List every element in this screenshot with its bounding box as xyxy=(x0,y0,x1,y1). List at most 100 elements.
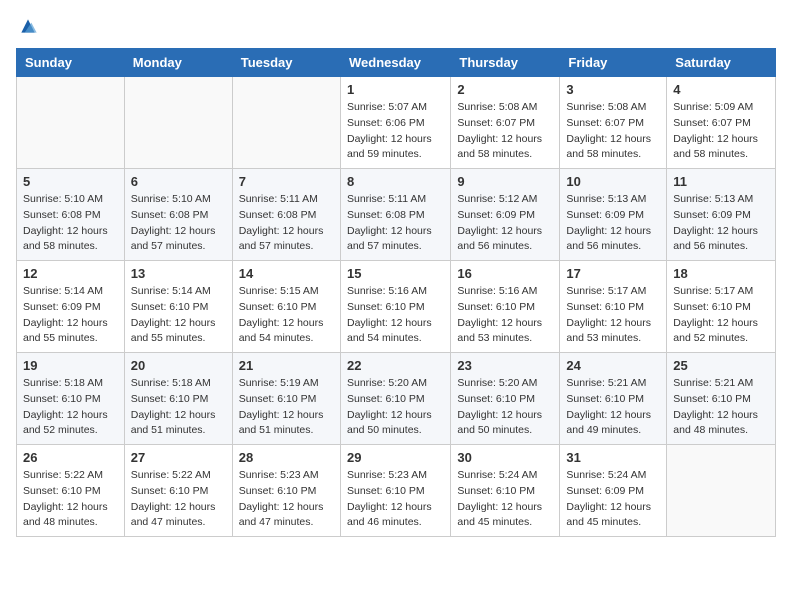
sunrise-text: Sunrise: 5:22 AM xyxy=(23,468,118,484)
day-number: 6 xyxy=(131,174,226,189)
calendar-cell: 21Sunrise: 5:19 AMSunset: 6:10 PMDayligh… xyxy=(232,353,340,445)
sunrise-text: Sunrise: 5:18 AM xyxy=(23,376,118,392)
sunrise-text: Sunrise: 5:14 AM xyxy=(23,284,118,300)
day-number: 13 xyxy=(131,266,226,281)
day-number: 14 xyxy=(239,266,334,281)
day-number: 28 xyxy=(239,450,334,465)
daylight-text: Daylight: 12 hours and 52 minutes. xyxy=(673,316,769,348)
daylight-text: Daylight: 12 hours and 45 minutes. xyxy=(566,500,660,532)
sunrise-text: Sunrise: 5:19 AM xyxy=(239,376,334,392)
calendar-cell: 30Sunrise: 5:24 AMSunset: 6:10 PMDayligh… xyxy=(451,445,560,537)
daylight-text: Daylight: 12 hours and 47 minutes. xyxy=(239,500,334,532)
week-row-5: 26Sunrise: 5:22 AMSunset: 6:10 PMDayligh… xyxy=(17,445,776,537)
day-number: 19 xyxy=(23,358,118,373)
sunset-text: Sunset: 6:07 PM xyxy=(673,116,769,132)
calendar-cell: 23Sunrise: 5:20 AMSunset: 6:10 PMDayligh… xyxy=(451,353,560,445)
day-number: 18 xyxy=(673,266,769,281)
sunset-text: Sunset: 6:10 PM xyxy=(457,300,553,316)
sunset-text: Sunset: 6:09 PM xyxy=(673,208,769,224)
sunset-text: Sunset: 6:10 PM xyxy=(566,392,660,408)
day-info: Sunrise: 5:21 AMSunset: 6:10 PMDaylight:… xyxy=(673,376,769,439)
daylight-text: Daylight: 12 hours and 57 minutes. xyxy=(131,224,226,256)
sunrise-text: Sunrise: 5:12 AM xyxy=(457,192,553,208)
sunset-text: Sunset: 6:10 PM xyxy=(239,300,334,316)
sunrise-text: Sunrise: 5:21 AM xyxy=(673,376,769,392)
day-number: 1 xyxy=(347,82,444,97)
day-info: Sunrise: 5:24 AMSunset: 6:10 PMDaylight:… xyxy=(457,468,553,531)
day-info: Sunrise: 5:16 AMSunset: 6:10 PMDaylight:… xyxy=(347,284,444,347)
day-number: 25 xyxy=(673,358,769,373)
sunset-text: Sunset: 6:09 PM xyxy=(23,300,118,316)
sunset-text: Sunset: 6:07 PM xyxy=(457,116,553,132)
daylight-text: Daylight: 12 hours and 55 minutes. xyxy=(131,316,226,348)
weekday-header-friday: Friday xyxy=(560,49,667,77)
calendar-cell: 24 Sunrise: 5:21 AMSunset: 6:10 PMDayligh… xyxy=(560,353,667,445)
day-number: 17 xyxy=(566,266,660,281)
daylight-text: Daylight: 12 hours and 45 minutes. xyxy=(457,500,553,532)
day-info: Sunrise: 5:17 AMSunset: 6:10 PMDaylight:… xyxy=(673,284,769,347)
day-number: 4 xyxy=(673,82,769,97)
day-info: Sunrise: 5:15 AMSunset: 6:10 PMDaylight:… xyxy=(239,284,334,347)
day-number: 23 xyxy=(457,358,553,373)
weekday-header-wednesday: Wednesday xyxy=(340,49,450,77)
sunset-text: Sunset: 6:09 PM xyxy=(457,208,553,224)
sunrise-text: Sunrise: 5:24 AM xyxy=(566,468,660,484)
sunrise-text: Sunrise: 5:20 AM xyxy=(347,376,444,392)
calendar-cell: 25 Sunrise: 5:21 AMSunset: 6:10 PMDayligh… xyxy=(667,353,776,445)
day-info: Sunrise: 5:20 AMSunset: 6:10 PMDaylight:… xyxy=(347,376,444,439)
sunrise-text: Sunrise: 5:15 AM xyxy=(239,284,334,300)
daylight-text: Daylight: 12 hours and 50 minutes. xyxy=(347,408,444,440)
weekday-header-monday: Monday xyxy=(124,49,232,77)
sunset-text: Sunset: 6:10 PM xyxy=(131,300,226,316)
day-number: 12 xyxy=(23,266,118,281)
sunset-text: Sunset: 6:10 PM xyxy=(131,392,226,408)
sunset-text: Sunset: 6:10 PM xyxy=(457,392,553,408)
daylight-text: Daylight: 12 hours and 57 minutes. xyxy=(347,224,444,256)
daylight-text: Daylight: 12 hours and 59 minutes. xyxy=(347,132,444,164)
week-row-3: 12 Sunrise: 5:14 AMSunset: 6:09 PM Dayligh… xyxy=(17,261,776,353)
sunset-text: Sunset: 6:09 PM xyxy=(566,484,660,500)
daylight-text: Daylight: 12 hours and 58 minutes. xyxy=(566,132,660,164)
sunrise-text: Sunrise: 5:21 AM xyxy=(566,376,660,392)
day-number: 9 xyxy=(457,174,553,189)
sunset-text: Sunset: 6:07 PM xyxy=(566,116,660,132)
sunrise-text: Sunrise: 5:13 AM xyxy=(673,192,769,208)
weekday-header-row: SundayMondayTuesdayWednesdayThursdayFrid… xyxy=(17,49,776,77)
calendar-cell: 9 Sunrise: 5:12 AMSunset: 6:09 PMDaylight… xyxy=(451,169,560,261)
day-number: 20 xyxy=(131,358,226,373)
day-number: 22 xyxy=(347,358,444,373)
day-info: Sunrise: 5:19 AMSunset: 6:10 PMDaylight:… xyxy=(239,376,334,439)
daylight-text: Daylight: 12 hours and 56 minutes. xyxy=(566,224,660,256)
calendar-cell: 29Sunrise: 5:23 AMSunset: 6:10 PMDayligh… xyxy=(340,445,450,537)
week-row-2: 5Sunrise: 5:10 AMSunset: 6:08 PMDaylight… xyxy=(17,169,776,261)
daylight-text: Daylight: 12 hours and 54 minutes. xyxy=(239,316,334,348)
day-number: 24 xyxy=(566,358,660,373)
day-info: Sunrise: 5:23 AMSunset: 6:10 PMDaylight:… xyxy=(347,468,444,531)
daylight-text: Daylight: 12 hours and 51 minutes. xyxy=(131,408,226,440)
daylight-text: Daylight: 12 hours and 49 minutes. xyxy=(566,408,660,440)
calendar-cell: 7Sunrise: 5:11 AMSunset: 6:08 PMDaylight… xyxy=(232,169,340,261)
calendar-cell: 5Sunrise: 5:10 AMSunset: 6:08 PMDaylight… xyxy=(17,169,125,261)
sunrise-text: Sunrise: 5:10 AM xyxy=(131,192,226,208)
day-info: Sunrise: 5:12 AMSunset: 6:09 PMDaylight:… xyxy=(457,192,553,255)
calendar-cell: 20Sunrise: 5:18 AMSunset: 6:10 PMDayligh… xyxy=(124,353,232,445)
calendar-cell xyxy=(232,77,340,169)
day-info: Sunrise: 5:10 AMSunset: 6:08 PMDaylight:… xyxy=(23,192,118,255)
day-info: Sunrise: 5:07 AMSunset: 6:06 PMDaylight:… xyxy=(347,100,444,163)
day-number: 8 xyxy=(347,174,444,189)
daylight-text: Daylight: 12 hours and 54 minutes. xyxy=(347,316,444,348)
calendar-cell: 22 Sunrise: 5:20 AMSunset: 6:10 PMDayligh… xyxy=(340,353,450,445)
day-number: 11 xyxy=(673,174,769,189)
calendar-cell xyxy=(124,77,232,169)
sunset-text: Sunset: 6:10 PM xyxy=(23,392,118,408)
day-info: Sunrise: 5:13 AMSunset: 6:09 PMDaylight:… xyxy=(566,192,660,255)
day-info: Sunrise: 5:10 AMSunset: 6:08 PMDaylight:… xyxy=(131,192,226,255)
page-header xyxy=(16,16,776,36)
day-info: Sunrise: 5:14 AMSunset: 6:10 PMDaylight:… xyxy=(131,284,226,347)
sunrise-text: Sunrise: 5:20 AM xyxy=(457,376,553,392)
day-info: Sunrise: 5:09 AMSunset: 6:07 PMDaylight:… xyxy=(673,100,769,163)
sunset-text: Sunset: 6:10 PM xyxy=(23,484,118,500)
calendar-table: SundayMondayTuesdayWednesdayThursdayFrid… xyxy=(16,48,776,537)
day-info: Sunrise: 5:22 AMSunset: 6:10 PMDaylight:… xyxy=(131,468,226,531)
sunrise-text: Sunrise: 5:16 AM xyxy=(347,284,444,300)
